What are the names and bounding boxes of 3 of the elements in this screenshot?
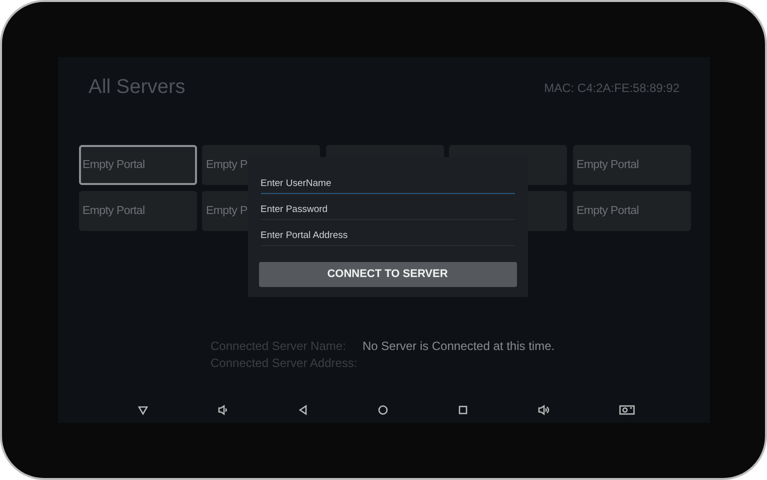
page-title: All Servers bbox=[88, 76, 186, 99]
mac-address: MAC: C4:2A:FE:58:89:92 bbox=[544, 80, 680, 94]
status-value: No Server is Connected at this time. bbox=[362, 338, 556, 352]
